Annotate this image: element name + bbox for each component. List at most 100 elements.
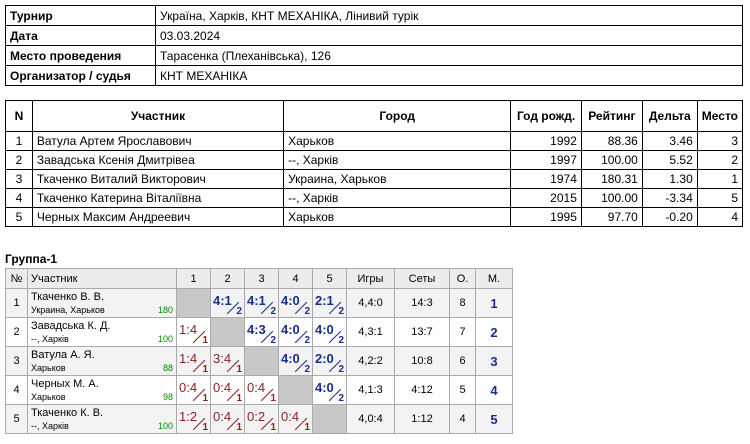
- group-col-name: Участник: [27, 268, 177, 289]
- participant-city: Украина, Харьков: [283, 169, 512, 189]
- group-player-rating: 180: [157, 305, 173, 315]
- participant-name: Завадська Ксенія Дмитрівеа: [31, 150, 285, 170]
- group-points: 7: [449, 317, 476, 347]
- group-points: 8: [449, 288, 476, 318]
- group-sets: 10:8: [394, 346, 450, 376]
- match-points: 1: [270, 422, 276, 433]
- info-row: Турнир Україна, Харків, КНТ МЕХАНІКА, Лін…: [5, 5, 743, 26]
- self-match-cell: [176, 288, 211, 318]
- participant-year: 1974: [510, 169, 582, 189]
- match-result-cell: 0:4 1: [210, 404, 245, 434]
- group-row: 3 Ватула А. Я. Харьков 88 1:4 1 3:4 1 4:0 2 2:0 2 4,…: [5, 346, 513, 376]
- match-result-cell: 4:0 2: [312, 375, 347, 405]
- self-match-cell: [210, 317, 245, 347]
- group-points: 5: [449, 375, 476, 405]
- group-col-1: 1: [176, 268, 211, 289]
- match-result-cell: 4:3 2: [244, 317, 279, 347]
- col-header-year: Год рожд.: [510, 100, 582, 132]
- group-player-city: Харьков: [31, 363, 66, 373]
- group-table: № Участник 1 2 3 4 5 Игры Сеты О. М. 1 Тк…: [5, 268, 513, 434]
- group-player-name: Завадська К. Д.: [31, 320, 111, 332]
- participant-row: 2 Завадська Ксенія Дмитрівеа --, Харків 199…: [5, 150, 744, 170]
- self-match-cell: [278, 375, 313, 405]
- group-row-n: 2: [5, 317, 28, 347]
- participant-n: 3: [5, 169, 33, 189]
- group-player: Ватула А. Я. Харьков 88: [27, 346, 177, 376]
- participant-row: 5 Черных Максим Андреевич Харьков 1995 97.70…: [5, 207, 744, 227]
- match-result-cell: 4:0 2: [312, 317, 347, 347]
- match-points: 2: [304, 364, 310, 375]
- group-player-city: Украина, Харьков: [31, 305, 105, 315]
- tournament-info-table: Турнир Україна, Харків, КНТ МЕХАНІКА, Лін…: [5, 5, 743, 86]
- info-row: Организатор / судья КНТ МЕХАНІКА: [5, 65, 743, 86]
- group-player-city: --, Харків: [31, 334, 69, 344]
- participant-row: 4 Ткаченко Катерина Віталіївна --, Харків 2…: [5, 188, 744, 208]
- match-points: 1: [304, 422, 310, 433]
- info-row: Место проведения Тарасенка (Плеханівська)…: [5, 45, 743, 66]
- info-label: Место проведения: [5, 45, 156, 66]
- participant-city: Харьков: [283, 207, 512, 227]
- group-header-row: № Участник 1 2 3 4 5 Игры Сеты О. М.: [5, 268, 513, 289]
- match-result-cell: 0:4 1: [176, 375, 211, 405]
- participant-year: 1992: [510, 131, 582, 151]
- match-result-cell: 0:2 1: [244, 404, 279, 434]
- group-sets: 13:7: [394, 317, 450, 347]
- group-place: 5: [475, 404, 513, 434]
- participant-n: 1: [5, 131, 33, 151]
- col-header-delta: Дельта: [641, 100, 698, 132]
- info-label: Организатор / судья: [5, 65, 156, 86]
- match-result-cell: 1:4 1: [176, 346, 211, 376]
- participant-city: --, Харків: [283, 188, 512, 208]
- participants-table: N Участник Город Год рожд. Рейтинг Дельт…: [5, 100, 744, 227]
- group-row-n: 4: [5, 375, 28, 405]
- match-points: 2: [338, 335, 344, 346]
- participant-rating: 97.70: [580, 207, 643, 227]
- match-points: 2: [304, 335, 310, 346]
- group-player-rating: 98: [162, 392, 173, 402]
- group-row: 1 Ткаченко В. В. Украина, Харьков 180 4:1 2 4:…: [5, 288, 513, 318]
- participant-name: Ткаченко Катерина Віталіївна: [31, 188, 285, 208]
- group-col-5: 5: [312, 268, 347, 289]
- group-col-sets: Сеты: [394, 268, 450, 289]
- group-games: 4,1:3: [346, 375, 395, 405]
- group-place: 3: [475, 346, 513, 376]
- group-player-rating: 88: [162, 363, 173, 373]
- participant-year: 1997: [510, 150, 582, 170]
- participant-place: 5: [696, 188, 744, 208]
- match-result-cell: 4:1 2: [244, 288, 279, 318]
- match-points: 2: [236, 306, 242, 317]
- group-col-2: 2: [210, 268, 245, 289]
- col-header-n: N: [5, 100, 33, 132]
- participant-place: 2: [696, 150, 744, 170]
- match-points: 1: [236, 393, 242, 404]
- match-result-cell: 4:0 2: [278, 346, 313, 376]
- group-games: 4,3:1: [346, 317, 395, 347]
- group-place: 4: [475, 375, 513, 405]
- participant-n: 2: [5, 150, 33, 170]
- info-value: 03.03.2024: [155, 25, 743, 46]
- match-points: 1: [202, 393, 208, 404]
- group-sets: 1:12: [394, 404, 450, 434]
- group-sets: 14:3: [394, 288, 450, 318]
- match-result-cell: 3:4 1: [210, 346, 245, 376]
- participant-n: 5: [5, 207, 33, 227]
- group-row-n: 1: [5, 288, 28, 318]
- participant-place: 4: [696, 207, 744, 227]
- match-points: 2: [270, 335, 276, 346]
- match-points: 1: [202, 335, 208, 346]
- match-result-cell: 4:1 2: [210, 288, 245, 318]
- group-place: 2: [475, 317, 513, 347]
- participant-n: 4: [5, 188, 33, 208]
- participant-name: Ватула Артем Ярославович: [31, 131, 285, 151]
- participant-city: --, Харків: [283, 150, 512, 170]
- col-header-name: Участник: [31, 100, 285, 132]
- group-col-games: Игры: [346, 268, 395, 289]
- match-result-cell: 1:2 1: [176, 404, 211, 434]
- match-points: 1: [202, 422, 208, 433]
- group-col-n: №: [5, 268, 28, 289]
- group-row-n: 5: [5, 404, 28, 434]
- group-games: 4,4:0: [346, 288, 395, 318]
- participant-delta: 3.46: [641, 131, 698, 151]
- participant-delta: 1.30: [641, 169, 698, 189]
- group-player: Ткаченко В. В. Украина, Харьков 180: [27, 288, 177, 318]
